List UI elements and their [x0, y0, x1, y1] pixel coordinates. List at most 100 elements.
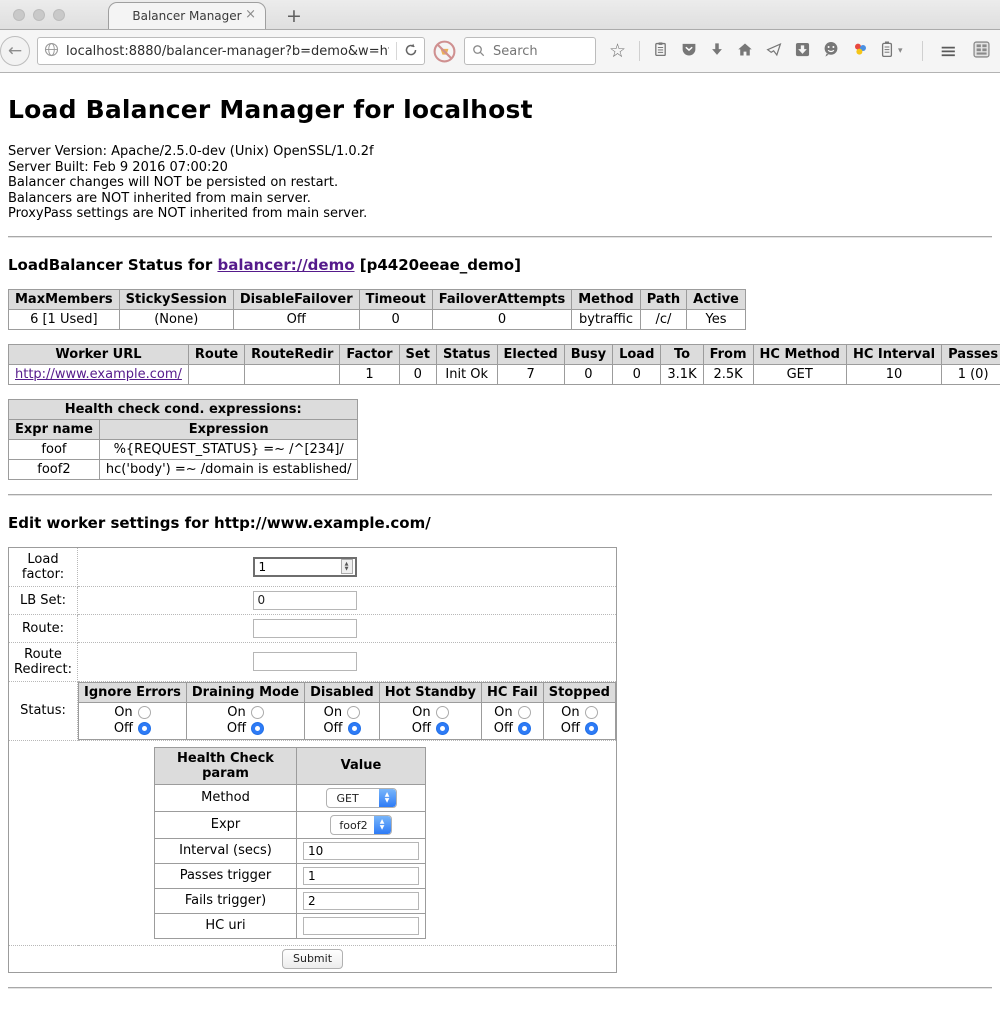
column-header: Disabled — [305, 682, 380, 702]
passes-input[interactable] — [303, 867, 419, 885]
chat-icon[interactable] — [823, 41, 839, 61]
form-row: Route Redirect: — [9, 642, 617, 681]
submit-button[interactable]: Submit — [282, 949, 343, 969]
search-bar[interactable] — [464, 37, 596, 65]
load-factor-input[interactable]: 1 ▲▼ — [253, 557, 357, 577]
balancer-link[interactable]: balancer://demo — [217, 256, 354, 274]
server-built: Server Built: Feb 9 2016 07:00:20 — [8, 160, 992, 176]
disabled-on-radio[interactable] — [347, 706, 360, 719]
draining-mode-on-radio[interactable] — [251, 706, 264, 719]
close-window-button[interactable] — [13, 9, 25, 21]
table-cell: 10 — [846, 364, 941, 384]
interval-label: Interval (secs) — [155, 838, 297, 863]
stopped-on-radio[interactable] — [585, 706, 598, 719]
select-stepper-icon: ▲▼ — [374, 816, 391, 834]
table-cell: 1 — [340, 364, 399, 384]
hot-standby-off-radio[interactable] — [436, 722, 449, 735]
column-header: Factor — [340, 344, 399, 364]
form-row: Route: — [9, 614, 617, 642]
radio-label: Off — [227, 721, 246, 737]
pocket-icon[interactable] — [681, 42, 697, 61]
browser-tab[interactable]: Balancer Manager × — [108, 2, 266, 29]
draining-mode-off-radio[interactable] — [251, 722, 264, 735]
ignore-errors-off-radio[interactable] — [138, 722, 151, 735]
window-controls — [13, 9, 65, 21]
radio-label: On — [227, 705, 245, 721]
block-icon[interactable] — [432, 39, 457, 64]
column-header: Elected — [497, 344, 564, 364]
column-header: Load — [613, 344, 661, 364]
edit-worker-form: Load factor: 1 ▲▼ LB Set: Route: Route R… — [8, 547, 617, 973]
minimize-window-button[interactable] — [33, 9, 45, 21]
reload-icon[interactable] — [404, 42, 418, 61]
edit-worker-heading: Edit worker settings for http://www.exam… — [8, 514, 992, 532]
downloads-icon[interactable] — [710, 42, 724, 61]
expr-name: foof — [9, 439, 100, 459]
status-table: Ignore Errors Draining Mode Disabled Hot… — [78, 682, 616, 740]
page-title: Load Balancer Manager for localhost — [8, 95, 992, 124]
tab-close-icon[interactable]: × — [245, 8, 256, 21]
form-row: Submit — [9, 945, 617, 972]
search-input[interactable] — [491, 43, 581, 60]
expr-select[interactable]: foof2 ▲▼ — [330, 815, 391, 835]
worker-row: http://www.example.com/ 1 0 Init Ok 7 0 … — [9, 364, 1000, 384]
new-tab-button[interactable]: + — [286, 7, 302, 26]
column-header: Method — [572, 289, 640, 309]
interval-input[interactable] — [303, 842, 419, 860]
menu-icon[interactable]: ≡ — [939, 39, 957, 63]
lb-set-input[interactable] — [253, 591, 357, 610]
column-header: To — [661, 344, 703, 364]
radio-label: On — [114, 705, 132, 721]
table-cell: 0 — [613, 364, 661, 384]
column-header: MaxMembers — [9, 289, 120, 309]
balancer-status-heading: LoadBalancer Status for balancer://demo … — [8, 256, 992, 274]
disabled-off-radio[interactable] — [348, 722, 361, 735]
column-header: HC Method — [753, 344, 846, 364]
search-icon — [472, 42, 485, 61]
table-cell: bytraffic — [572, 309, 640, 329]
route-input[interactable] — [253, 619, 357, 638]
worker-url-link[interactable]: http://www.example.com/ — [15, 367, 182, 382]
colors-addon-icon[interactable] — [852, 41, 868, 61]
send-icon[interactable] — [766, 42, 782, 61]
grid-addon-icon[interactable] — [973, 41, 990, 62]
url-text[interactable]: localhost:8880/balancer-manager?b=demo&w… — [66, 44, 389, 59]
radio-label: On — [412, 705, 430, 721]
column-header: RouteRedir — [245, 344, 340, 364]
passes-label: Passes trigger — [155, 863, 297, 888]
page-body: Load Balancer Manager for localhost Serv… — [0, 73, 1000, 1013]
maximize-window-button[interactable] — [53, 9, 65, 21]
ignore-errors-on-radio[interactable] — [138, 706, 151, 719]
number-spinner[interactable]: ▲▼ — [341, 559, 353, 574]
table-cell: 6 [1 Used] — [9, 309, 120, 329]
method-select[interactable]: GET ▲▼ — [326, 788, 397, 808]
column-header: Set — [399, 344, 436, 364]
column-header: Expression — [99, 419, 358, 439]
url-bar[interactable]: localhost:8880/balancer-manager?b=demo&w… — [37, 37, 425, 65]
reading-list-icon[interactable] — [653, 41, 668, 61]
radio-label: Off — [323, 721, 342, 737]
divider — [8, 494, 992, 496]
hc-fail-off-radio[interactable] — [518, 722, 531, 735]
table-row: foof %{REQUEST_STATUS} =~ /^[234]/ — [9, 439, 358, 459]
hc-uri-input[interactable] — [303, 917, 419, 935]
table-cell: GET — [753, 364, 846, 384]
expr-value: %{REQUEST_STATUS} =~ /^[234]/ — [99, 439, 358, 459]
lb-set-label: LB Set: — [9, 586, 78, 614]
chevron-down-icon[interactable]: ▾ — [898, 46, 903, 56]
home-icon[interactable] — [737, 42, 753, 61]
battery-addon-icon[interactable] — [881, 41, 893, 61]
fails-input[interactable] — [303, 892, 419, 910]
hot-standby-on-radio[interactable] — [436, 706, 449, 719]
radio-label: Off — [494, 721, 513, 737]
hc-fail-on-radio[interactable] — [518, 706, 531, 719]
bookmark-star-icon[interactable]: ☆ — [609, 42, 626, 61]
route-redirect-input[interactable] — [253, 652, 357, 671]
back-button[interactable]: ← — [0, 36, 30, 66]
addon-box-icon[interactable] — [795, 42, 810, 61]
heading-text: [p4420eeae_demo] — [355, 256, 521, 274]
table-cell: 2.5K — [703, 364, 753, 384]
column-header: Ignore Errors — [79, 682, 187, 702]
column-header: Value — [297, 747, 426, 784]
stopped-off-radio[interactable] — [585, 722, 598, 735]
